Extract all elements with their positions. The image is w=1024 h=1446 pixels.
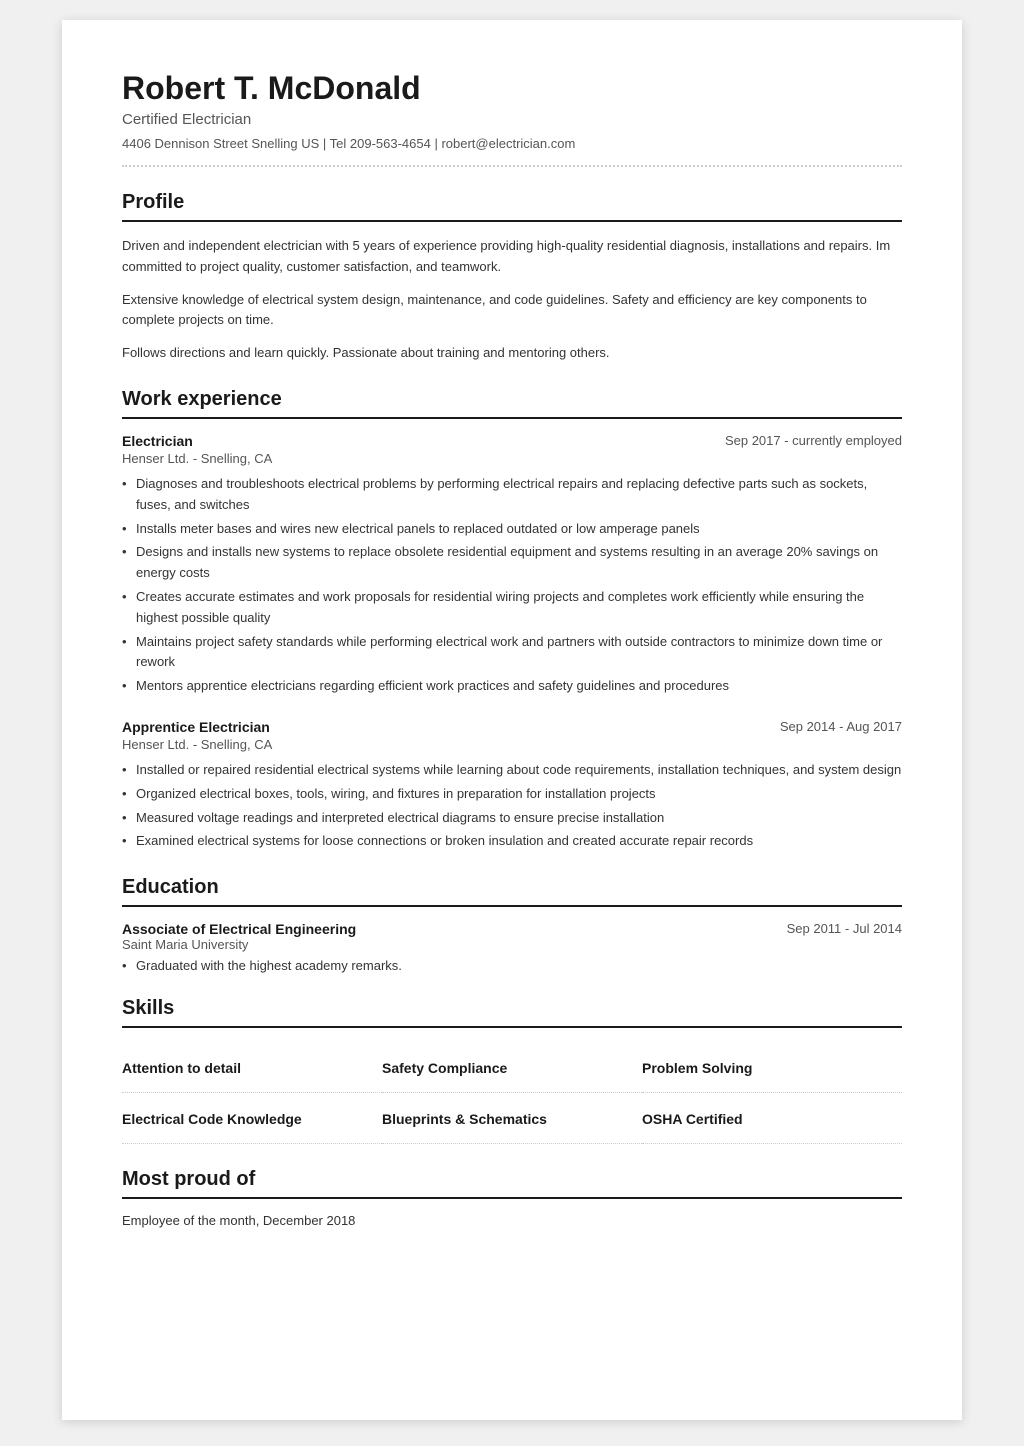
job-bullets-1: Diagnoses and troubleshoots electrical p… (122, 474, 902, 697)
most-proud-title: Most proud of (122, 1168, 902, 1199)
job-title-2: Apprentice Electrician (122, 719, 270, 735)
list-item: Installed or repaired residential electr… (122, 760, 902, 781)
profile-paragraph-1: Driven and independent electrician with … (122, 236, 902, 278)
edu-block-1: Associate of Electrical Engineering Sep … (122, 921, 902, 973)
work-experience-section: Work experience Electrician Sep 2017 - c… (122, 388, 902, 852)
list-item: Diagnoses and troubleshoots electrical p… (122, 474, 902, 516)
skill-item-6: OSHA Certified (642, 1093, 902, 1144)
edu-date-1: Sep 2011 - Jul 2014 (787, 921, 902, 936)
skills-section-title: Skills (122, 997, 902, 1028)
proud-text: Employee of the month, December 2018 (122, 1213, 902, 1228)
skill-item-5: Blueprints & Schematics (382, 1093, 642, 1144)
list-item: Measured voltage readings and interprete… (122, 808, 902, 829)
profile-paragraph-2: Extensive knowledge of electrical system… (122, 290, 902, 332)
profile-section-title: Profile (122, 191, 902, 222)
list-item: Mentors apprentice electricians regardin… (122, 676, 902, 697)
profile-paragraph-3: Follows directions and learn quickly. Pa… (122, 343, 902, 364)
list-item: Designs and installs new systems to repl… (122, 542, 902, 584)
skill-item-2: Safety Compliance (382, 1042, 642, 1093)
work-experience-title: Work experience (122, 388, 902, 419)
job-date-2: Sep 2014 - Aug 2017 (780, 719, 902, 734)
job-bullets-2: Installed or repaired residential electr… (122, 760, 902, 852)
edu-school-1: Saint Maria University (122, 937, 902, 952)
edu-degree-1: Associate of Electrical Engineering (122, 921, 356, 937)
skills-section: Skills Attention to detail Safety Compli… (122, 997, 902, 1144)
profile-section: Profile Driven and independent electrici… (122, 191, 902, 364)
job-block-2: Apprentice Electrician Sep 2014 - Aug 20… (122, 719, 902, 852)
list-item: Installs meter bases and wires new elect… (122, 519, 902, 540)
candidate-name: Robert T. McDonald (122, 70, 902, 107)
edu-header-1: Associate of Electrical Engineering Sep … (122, 921, 902, 937)
skill-item-1: Attention to detail (122, 1042, 382, 1093)
job-company-1: Henser Ltd. - Snelling, CA (122, 451, 902, 466)
list-item: Examined electrical systems for loose co… (122, 831, 902, 852)
resume-container: Robert T. McDonald Certified Electrician… (62, 20, 962, 1420)
candidate-title: Certified Electrician (122, 111, 902, 128)
job-block-1: Electrician Sep 2017 - currently employe… (122, 433, 902, 697)
list-item: Maintains project safety standards while… (122, 632, 902, 674)
list-item: Creates accurate estimates and work prop… (122, 587, 902, 629)
education-section-title: Education (122, 876, 902, 907)
job-date-1: Sep 2017 - currently employed (725, 433, 902, 448)
job-header-1: Electrician Sep 2017 - currently employe… (122, 433, 902, 449)
most-proud-section: Most proud of Employee of the month, Dec… (122, 1168, 902, 1228)
job-company-2: Henser Ltd. - Snelling, CA (122, 737, 902, 752)
education-section: Education Associate of Electrical Engine… (122, 876, 902, 973)
job-title-1: Electrician (122, 433, 193, 449)
contact-info: 4406 Dennison Street Snelling US | Tel 2… (122, 136, 902, 167)
edu-bullet-1: Graduated with the highest academy remar… (122, 958, 902, 973)
skill-item-3: Problem Solving (642, 1042, 902, 1093)
header-section: Robert T. McDonald Certified Electrician… (122, 70, 902, 167)
skill-item-4: Electrical Code Knowledge (122, 1093, 382, 1144)
list-item: Organized electrical boxes, tools, wirin… (122, 784, 902, 805)
skills-grid: Attention to detail Safety Compliance Pr… (122, 1042, 902, 1144)
job-header-2: Apprentice Electrician Sep 2014 - Aug 20… (122, 719, 902, 735)
